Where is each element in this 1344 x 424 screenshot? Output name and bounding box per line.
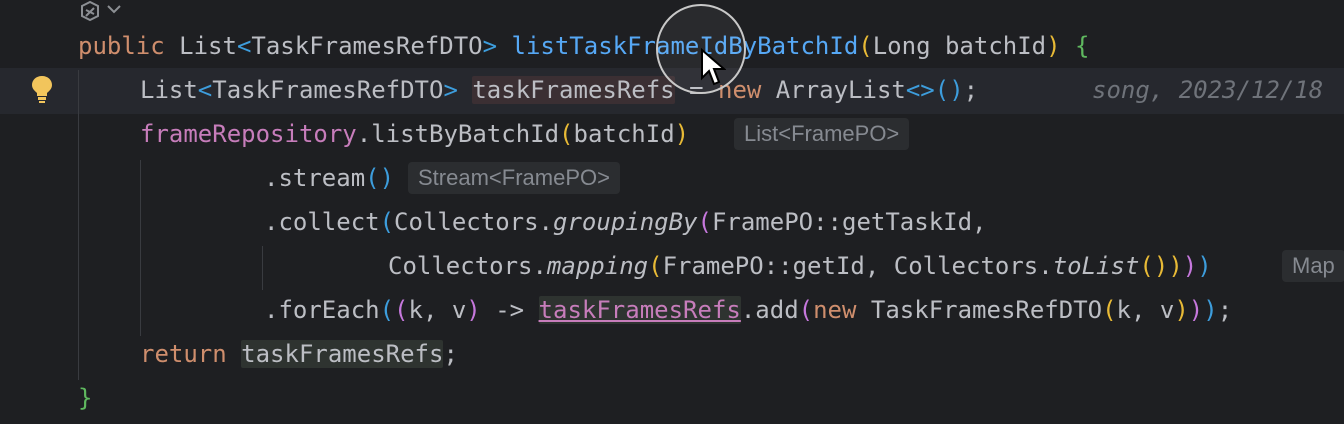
- fold-gear-chevron-icon[interactable]: [78, 0, 126, 24]
- type-taskframesrefdto: TaskFramesRefDTO: [856, 296, 1103, 324]
- bracket: <: [197, 76, 213, 104]
- lambda-params: k, v: [408, 296, 467, 324]
- paren: ): [1046, 32, 1061, 60]
- code-line-7[interactable]: .forEach((k, v) -> taskFramesRefs.add(ne…: [0, 288, 1344, 332]
- paren: ): [1188, 296, 1204, 324]
- brace-close: }: [78, 384, 93, 412]
- paren: (: [798, 296, 814, 324]
- keyword-public: public: [78, 32, 165, 60]
- method-listbybatchid[interactable]: .listByBatchId: [357, 120, 559, 148]
- paren: (: [1139, 252, 1154, 280]
- code-line-6[interactable]: Collectors.mapping(FramePO::getId, Colle…: [0, 244, 1344, 288]
- paren: (: [365, 164, 380, 192]
- keyword-new: new: [813, 296, 857, 324]
- paren: ): [1168, 252, 1183, 280]
- arrow: ->: [480, 296, 539, 324]
- paren: (: [934, 76, 950, 104]
- type-arraylist: ArrayList: [761, 76, 906, 104]
- method-stream[interactable]: .stream: [264, 164, 365, 192]
- code-line-3[interactable]: frameRepository.listByBatchId(batchId) L…: [0, 112, 1344, 156]
- method-mapping[interactable]: mapping: [547, 252, 648, 280]
- method-add[interactable]: .add: [741, 296, 799, 324]
- method-collect[interactable]: .collect: [264, 208, 380, 236]
- paren: (: [559, 120, 574, 148]
- method-ref-getid: FramePO::getId, Collectors.: [662, 252, 1053, 280]
- bracket: >: [482, 32, 498, 60]
- semicolon: ;: [963, 76, 979, 104]
- code-line-8[interactable]: return taskFramesRefs;: [0, 332, 1344, 376]
- method-foreach[interactable]: .forEach: [264, 296, 380, 324]
- arg-batchid: batchId: [573, 120, 675, 148]
- diamond: <>: [905, 76, 935, 104]
- paren: ): [379, 164, 395, 192]
- bracket: <: [236, 32, 252, 60]
- paren: ): [1203, 296, 1218, 324]
- method-tolist[interactable]: toList: [1053, 252, 1140, 280]
- paren: ): [1153, 252, 1169, 280]
- paren: ): [949, 76, 964, 104]
- paren: ): [674, 120, 690, 148]
- git-blame-annotation[interactable]: song, 2023/12/18: [1092, 68, 1323, 112]
- paren: (: [394, 296, 409, 324]
- code-editor[interactable]: public List<TaskFramesRefDTO> listTaskFr…: [0, 0, 1344, 424]
- field-framerepository[interactable]: frameRepository: [140, 120, 357, 148]
- code-line-5[interactable]: .collect(Collectors.groupingBy(FramePO::…: [0, 200, 1344, 244]
- paren: (: [379, 208, 395, 236]
- paren: ): [1174, 296, 1189, 324]
- class-collectors: Collectors.: [394, 208, 553, 236]
- brace-open: {: [1075, 32, 1090, 60]
- code-line-4[interactable]: .stream() Stream<FramePO>: [0, 156, 1344, 200]
- param-batchid: Long batchId: [872, 32, 1047, 60]
- inlay-type-hint[interactable]: Map: [1282, 250, 1344, 282]
- paren: (: [697, 208, 712, 236]
- paren: ): [1182, 252, 1198, 280]
- method-groupingby[interactable]: groupingBy: [553, 208, 698, 236]
- method-ref-gettaskid: FramePO::getTaskId,: [711, 208, 987, 236]
- keyword-return: return: [140, 340, 227, 368]
- mouse-pointer-icon: [701, 48, 726, 86]
- type-list: List: [164, 32, 237, 60]
- inlay-type-hint[interactable]: Stream<FramePO>: [408, 162, 620, 194]
- code-line-9[interactable]: }: [0, 376, 1344, 420]
- type-list: List: [140, 76, 198, 104]
- paren: (: [1102, 296, 1117, 324]
- semicolon: ;: [1217, 296, 1233, 324]
- paren: (: [379, 296, 395, 324]
- args-kv: k, v: [1116, 296, 1175, 324]
- paren: ): [466, 296, 481, 324]
- variable-taskframesrefs[interactable]: taskFramesRefs: [241, 340, 444, 368]
- type-taskframesrefdto: TaskFramesRefDTO: [212, 76, 444, 104]
- class-collectors: Collectors.: [388, 252, 547, 280]
- paren: (: [648, 252, 663, 280]
- variable-taskframesrefs[interactable]: taskFramesRefs: [472, 76, 675, 104]
- paren: (: [858, 32, 873, 60]
- bracket: >: [443, 76, 458, 104]
- type-taskframesrefdto: TaskFramesRefDTO: [251, 32, 483, 60]
- variable-taskframesrefs[interactable]: taskFramesRefs: [538, 296, 741, 324]
- inlay-type-hint[interactable]: List<FramePO>: [734, 118, 910, 150]
- paren: ): [1197, 252, 1212, 280]
- semicolon: ;: [443, 340, 458, 368]
